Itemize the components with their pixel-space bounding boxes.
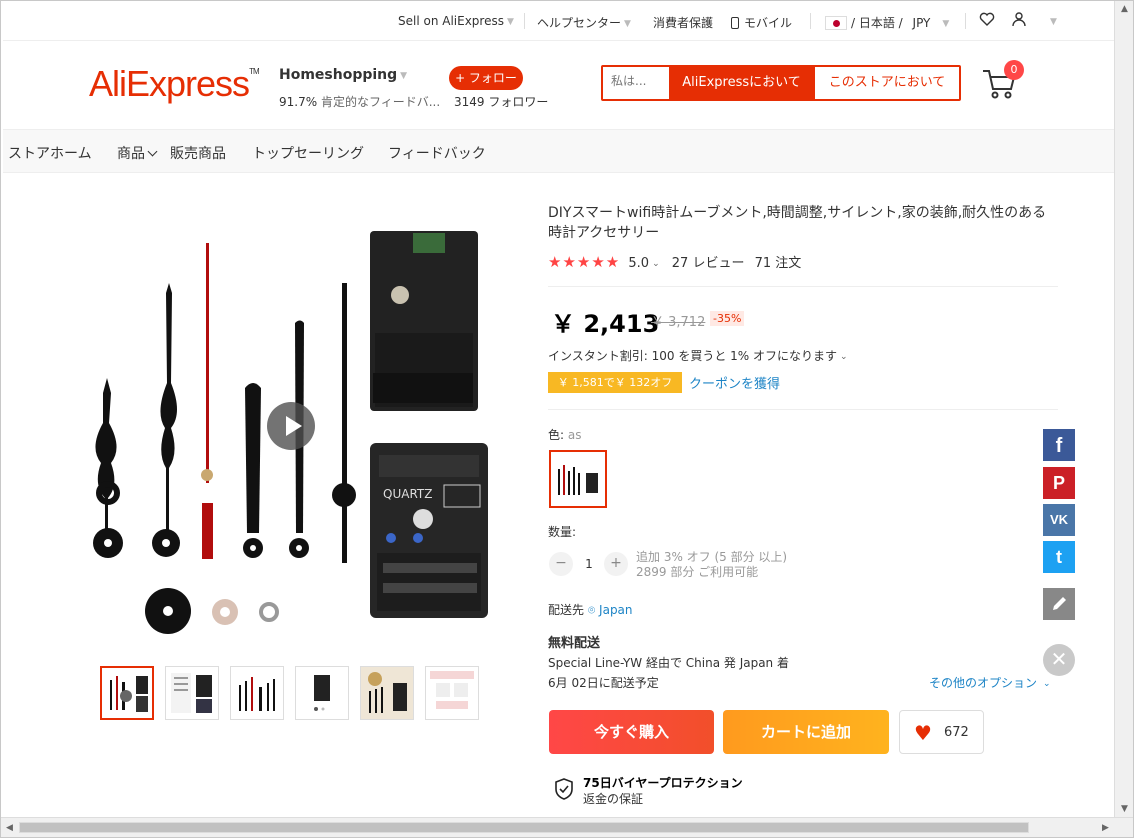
follow-button[interactable]: + フォロー — [449, 66, 523, 90]
current-price: ￥ 2,413 — [551, 310, 660, 338]
reviews-link[interactable]: 27 レビュー — [672, 256, 745, 271]
scroll-right-icon[interactable]: ▶ — [1097, 818, 1114, 837]
heart-icon: ♥ — [914, 721, 932, 745]
search-input[interactable] — [611, 74, 666, 88]
chevron-down-icon: ▼ — [942, 19, 950, 29]
star-rating-icon: ★★★★★ — [548, 253, 621, 271]
other-options-link[interactable]: その他のオプション ⌄ — [929, 674, 1051, 691]
buyer-protection-subtitle: 返金の保証 — [583, 792, 644, 806]
phone-icon — [731, 17, 739, 29]
close-icon[interactable]: ✕ — [1043, 644, 1075, 676]
facebook-share-icon[interactable]: f — [1043, 429, 1075, 461]
thumbnail-6[interactable] — [425, 666, 479, 720]
nav-products[interactable]: 商品 — [117, 143, 158, 163]
product-title: DIYスマートwifi時計ムーブメント,時間調整,サイレント,家の装飾,耐久性の… — [548, 205, 1047, 241]
location-pin-icon: ⌾ — [588, 603, 596, 617]
coupon-tag: ￥ 1,581で￥ 132オフ — [548, 372, 682, 393]
chevron-down-icon: ⌄ — [840, 352, 848, 362]
rating-value[interactable]: 5.0 ⌄ — [628, 256, 659, 271]
thumbnail-5[interactable] — [360, 666, 414, 720]
buyer-protection-link[interactable]: 消費者保護 — [653, 14, 713, 31]
original-price: ￥ 3,712 — [651, 315, 706, 330]
help-center-link[interactable]: ヘルプセンター ▼ — [537, 14, 631, 31]
thumbnail-4[interactable] — [295, 666, 349, 720]
thumbnail-2[interactable] — [165, 666, 219, 720]
search-aliexpress-button[interactable]: AliExpressにおいて — [669, 67, 814, 99]
store-nav: ストアホーム 商品 販売商品 トップセーリング フィードバック — [3, 129, 1116, 173]
svg-text:QUARTZ: QUARTZ — [383, 487, 432, 501]
search-store-button[interactable]: このストアにおいて — [814, 67, 959, 99]
nav-store-home[interactable]: ストアホーム — [8, 143, 92, 163]
buy-now-button[interactable]: 今すぐ購入 — [549, 710, 714, 754]
mobile-link[interactable]: モバイル — [731, 14, 792, 31]
chevron-down-icon: ⌄ — [652, 259, 660, 269]
ship-to[interactable]: 配送先 ⌾ Japan — [548, 601, 633, 618]
divider — [810, 13, 811, 29]
thumbnail-3[interactable] — [230, 666, 284, 720]
add-to-cart-button[interactable]: カートに追加 — [723, 710, 889, 754]
quantity-label: 数量: — [548, 525, 577, 539]
color-option-as[interactable] — [549, 450, 607, 508]
search-bar: AliExpressにおいて このストアにおいて — [601, 65, 961, 101]
aliexpress-logo[interactable]: AliExpressTM — [89, 63, 260, 105]
store-name[interactable]: Homeshopping ▼ — [279, 67, 407, 83]
quantity-info: 追加 3% オフ (5 部分 以上) 2899 部分 ご利用可能 — [636, 550, 788, 579]
top-bar: Sell on AliExpress ▼ ヘルプセンター ▼ 消費者保護 モバイル … — [3, 1, 1116, 41]
rating-row: ★★★★★ 5.0 ⌄ 27 レビュー 71 注文 — [548, 252, 801, 271]
get-coupon-link[interactable]: クーポンを獲得 — [689, 373, 780, 392]
thumbnail-1[interactable] — [100, 666, 154, 720]
nav-feedback[interactable]: フィードバック — [388, 143, 486, 163]
vertical-scrollbar[interactable]: ▲ ▼ — [1114, 1, 1133, 819]
nav-top-selling[interactable]: トップセーリング — [252, 143, 364, 163]
scroll-down-icon[interactable]: ▼ — [1115, 801, 1133, 818]
divider — [548, 409, 1058, 410]
chevron-down-icon: ▼ — [624, 19, 631, 29]
pinterest-share-icon[interactable]: P — [1043, 467, 1075, 499]
divider — [548, 286, 1058, 287]
followers-count: 3149 フォロワー — [454, 95, 549, 109]
chevron-down-icon[interactable]: ▼ — [1047, 14, 1057, 28]
play-video-icon[interactable] — [267, 402, 315, 450]
quantity-increase-button[interactable]: + — [604, 552, 628, 576]
twitter-share-icon[interactable]: t — [1043, 541, 1075, 573]
wishlist-icon[interactable] — [979, 11, 995, 30]
chevron-down-icon: ⌄ — [1043, 679, 1051, 689]
scroll-up-icon[interactable]: ▲ — [1115, 1, 1133, 18]
divider — [524, 13, 525, 29]
buyer-protection-title: 75日バイヤープロテクション — [583, 776, 743, 790]
language-currency-selector[interactable]: / 日本語 / JPY ▼ — [825, 14, 949, 31]
chevron-down-icon: ▼ — [506, 17, 514, 27]
quantity-decrease-button[interactable]: − — [549, 552, 573, 576]
scroll-left-icon[interactable]: ◀ — [1, 818, 18, 837]
japan-flag-icon — [825, 16, 847, 30]
chevron-down-icon: ▼ — [400, 71, 408, 81]
free-shipping: 無料配送 — [548, 636, 601, 651]
nav-sale-items[interactable]: 販売商品 — [170, 143, 226, 163]
store-feedback: 91.7% 肯定的なフィードバ... — [279, 95, 441, 109]
cart-count-badge: 0 — [1004, 60, 1024, 80]
color-label: 色: as — [548, 428, 582, 442]
wishlist-button[interactable]: ♥ 672 — [899, 710, 984, 754]
delivery-date: 6月 02日に配送予定 — [548, 676, 659, 690]
vk-share-icon[interactable]: VK — [1043, 504, 1075, 536]
shield-check-icon — [553, 777, 575, 801]
quantity-value[interactable]: 1 — [579, 557, 599, 571]
orders-count: 71 注文 — [754, 256, 802, 271]
divider — [965, 13, 966, 29]
account-icon[interactable] — [1011, 11, 1027, 30]
scrollbar-thumb[interactable] — [19, 822, 1029, 833]
browser-frame: Sell on AliExpress ▼ ヘルプセンター ▼ 消費者保護 モバイル … — [0, 0, 1134, 838]
page: Sell on AliExpress ▼ ヘルプセンター ▼ 消費者保護 モバイル … — [3, 1, 1116, 819]
edit-pencil-icon[interactable] — [1043, 588, 1075, 620]
shipping-method: Special Line-YW 経由で China 発 Japan 着 — [548, 656, 789, 670]
discount-badge: -35% — [710, 311, 745, 326]
chevron-down-icon — [147, 146, 158, 157]
wishlist-count: 672 — [944, 725, 969, 740]
sell-on-aliexpress-link[interactable]: Sell on AliExpress ▼ — [398, 14, 514, 28]
instant-discount[interactable]: インスタント割引: 100 を買うと 1% オフになります ⌄ — [548, 347, 848, 364]
horizontal-scrollbar[interactable]: ◀ ▶ — [1, 817, 1133, 837]
